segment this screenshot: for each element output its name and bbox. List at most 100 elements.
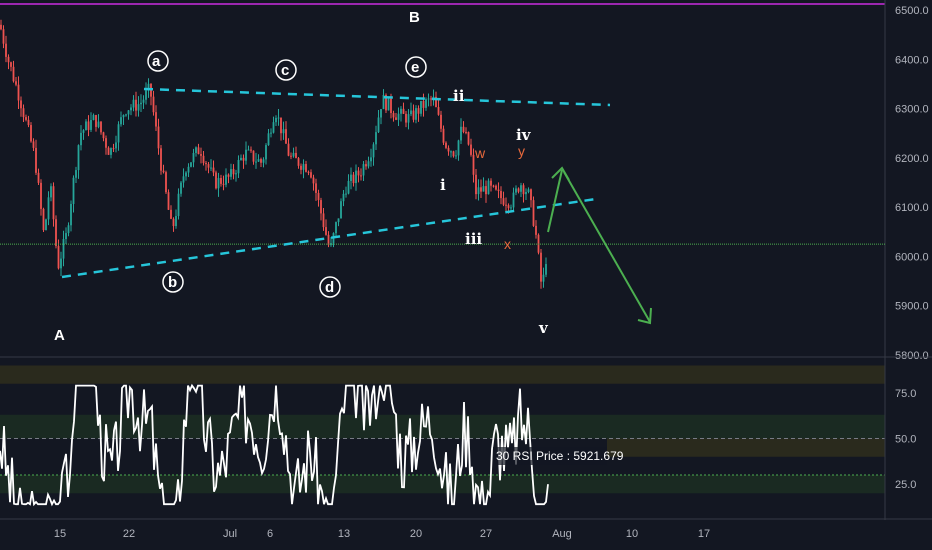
candle-body bbox=[422, 100, 425, 108]
candle-body bbox=[255, 161, 257, 163]
candle-body bbox=[217, 178, 220, 189]
wave-label-iii: iii bbox=[465, 230, 482, 248]
candle-body bbox=[185, 172, 187, 177]
candle-body bbox=[307, 171, 310, 173]
candle-body bbox=[542, 274, 545, 282]
candle-body bbox=[110, 148, 112, 155]
rsi-value-label: 30 RSI Price : 5921.679 bbox=[496, 449, 624, 463]
candle-body bbox=[230, 169, 232, 177]
candle-body bbox=[350, 174, 352, 182]
candle-body bbox=[490, 180, 492, 186]
candle-body bbox=[200, 154, 202, 156]
candle-body bbox=[172, 218, 175, 227]
candle-body bbox=[97, 121, 100, 127]
candle-body bbox=[235, 173, 237, 175]
candle-body bbox=[62, 239, 65, 259]
candle-body bbox=[182, 176, 185, 183]
triangle-upper-trendline[interactable] bbox=[143, 87, 611, 107]
candle-body bbox=[77, 145, 80, 171]
candle-body bbox=[390, 98, 392, 113]
candle-body bbox=[157, 126, 160, 149]
candle-body bbox=[497, 189, 500, 191]
candle-body bbox=[295, 152, 297, 159]
candle-body bbox=[272, 122, 275, 133]
candle-body bbox=[500, 190, 502, 199]
candle-body bbox=[410, 110, 412, 115]
wave-label-e-text: e bbox=[411, 59, 419, 76]
candle-body bbox=[407, 114, 410, 123]
rsi-tick-label: 25.0 bbox=[895, 479, 916, 491]
candle-body bbox=[477, 187, 480, 195]
candle-body bbox=[545, 264, 547, 275]
price-tick-label: 6100.0 bbox=[895, 202, 929, 214]
candle-body bbox=[335, 222, 337, 234]
candle-body bbox=[57, 246, 60, 269]
candle-body bbox=[310, 172, 312, 178]
candle-body bbox=[135, 99, 137, 111]
trading-chart[interactable]: 5800.0 5900.0 6000.0 6100.0 6200.0 6300.0 6400… bbox=[0, 0, 932, 550]
candle-body bbox=[342, 193, 345, 202]
price-tick-label: 6500.0 bbox=[895, 5, 929, 17]
candle-body bbox=[505, 204, 507, 206]
candle-body bbox=[540, 252, 542, 282]
candle-body bbox=[465, 131, 467, 133]
candle-body bbox=[197, 147, 200, 155]
candle-body bbox=[267, 133, 270, 146]
candle-body bbox=[190, 162, 192, 167]
candle-body bbox=[455, 155, 457, 157]
candle-body bbox=[412, 110, 415, 120]
candle-body bbox=[162, 170, 165, 173]
price-tick-label: 6400.0 bbox=[895, 54, 929, 66]
candle-body bbox=[392, 112, 395, 118]
candle-body bbox=[372, 144, 375, 158]
candle-body bbox=[277, 117, 280, 119]
candle-body bbox=[395, 117, 397, 120]
candle-body bbox=[65, 233, 67, 240]
candle-body bbox=[320, 200, 322, 214]
candle-body bbox=[265, 145, 267, 160]
wave-label-B: B bbox=[409, 9, 420, 26]
candle-body bbox=[380, 109, 382, 118]
candle-body bbox=[90, 120, 92, 130]
wave-label-v: v bbox=[538, 319, 549, 337]
candle-body bbox=[340, 201, 342, 219]
wave-label-iv: iv bbox=[516, 126, 532, 144]
candle-body bbox=[27, 119, 30, 126]
candle-body bbox=[0, 24, 2, 30]
candle-body bbox=[487, 180, 490, 195]
date-axis: 15 22 Jul 6 13 20 27 Aug 10 17 bbox=[54, 528, 710, 540]
date-tick-label: 15 bbox=[54, 528, 66, 540]
candle-body bbox=[145, 90, 147, 100]
candle-body bbox=[122, 115, 125, 118]
candle-body bbox=[225, 174, 227, 185]
candle-body bbox=[325, 227, 327, 235]
date-tick-label: 27 bbox=[480, 528, 492, 540]
candle-body bbox=[305, 164, 307, 172]
candle-body bbox=[297, 158, 300, 166]
candle-body bbox=[85, 121, 87, 131]
candle-body bbox=[467, 132, 470, 145]
candle-body bbox=[32, 141, 35, 148]
candle-body bbox=[70, 203, 72, 226]
date-tick-label: 20 bbox=[410, 528, 422, 540]
projection-arrow[interactable] bbox=[547, 166, 652, 325]
price-axis: 5800.0 5900.0 6000.0 6100.0 6200.0 6300.0 6400… bbox=[895, 5, 929, 491]
candle-body bbox=[492, 185, 495, 187]
candle-body bbox=[72, 177, 75, 204]
candle-body bbox=[485, 186, 487, 195]
candle-body bbox=[347, 181, 350, 194]
candle-body bbox=[257, 159, 260, 162]
candle-body bbox=[527, 189, 530, 193]
candle-body bbox=[512, 192, 515, 208]
candle-body bbox=[530, 189, 532, 201]
candle-body bbox=[42, 208, 45, 231]
candle-body bbox=[130, 107, 132, 111]
candle-body bbox=[402, 108, 405, 114]
candle-body bbox=[507, 205, 510, 209]
candle-body bbox=[387, 98, 390, 111]
candle-body bbox=[302, 164, 305, 170]
candle-body bbox=[207, 164, 210, 168]
wave-label-a: a bbox=[147, 50, 169, 72]
candle-body bbox=[280, 117, 282, 134]
candle-body bbox=[397, 113, 400, 120]
